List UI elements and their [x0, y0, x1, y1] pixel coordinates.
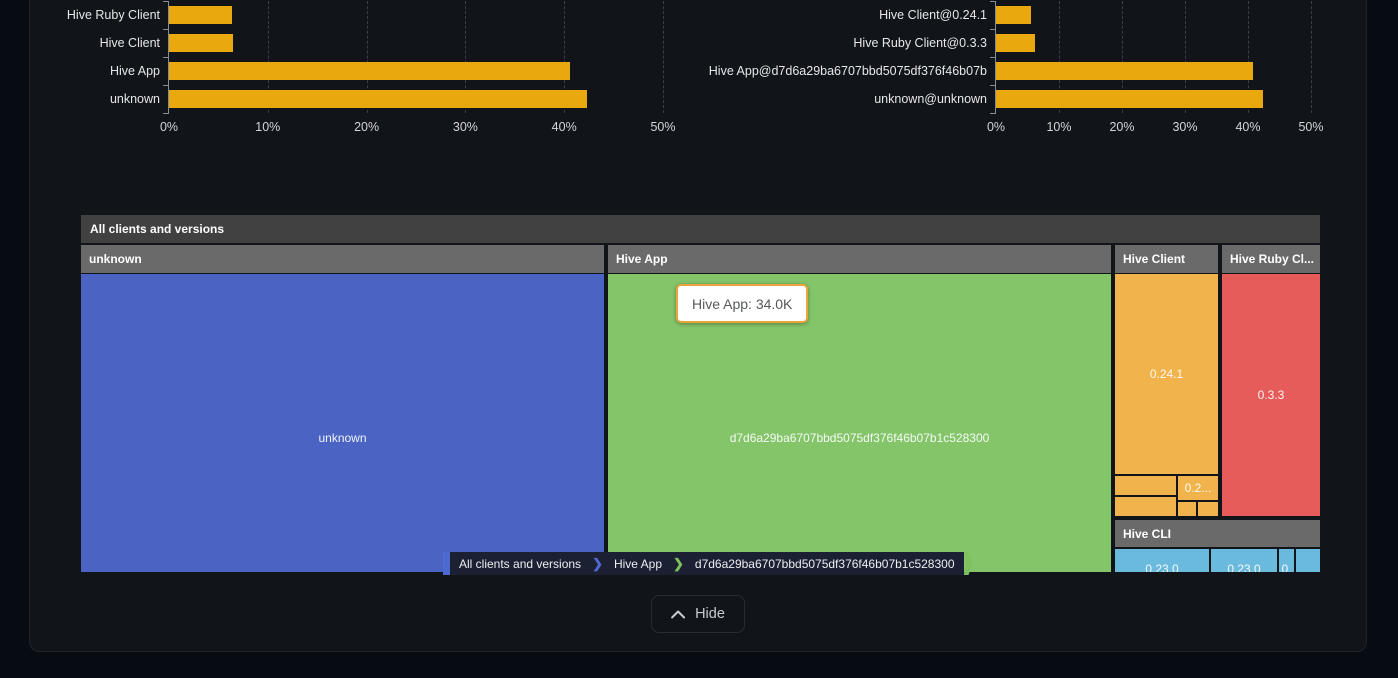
- x-axis-tick-label: 40%: [1235, 120, 1260, 134]
- bar-hive-ruby-client[interactable]: [169, 6, 232, 24]
- hide-button[interactable]: Hide: [651, 595, 745, 633]
- bar-hive-client-0-24-1[interactable]: [996, 6, 1031, 24]
- category-label: Hive App: [110, 62, 160, 80]
- category-label: unknown: [110, 90, 160, 108]
- treemap-root-header[interactable]: All clients and versions: [81, 215, 1320, 243]
- breadcrumb: All clients and versions❯Hive App❯d7d6a2…: [443, 552, 973, 575]
- bar-chart-clients: 0%10%20%30%40%50%Hive Ruby ClientHive Cl…: [168, 1, 663, 113]
- category-label: Hive Client@0.24.1: [879, 6, 987, 24]
- breadcrumb-tail-wedge: [964, 552, 973, 575]
- treemap-cell-hive-ruby-0-3-3[interactable]: 0.3.3: [1222, 274, 1320, 516]
- x-axis-tick-label: 20%: [1109, 120, 1134, 134]
- treemap-cell-hive-client-0-24-1[interactable]: 0.24.1: [1115, 274, 1218, 474]
- treemap-cell-hive-cli-3[interactable]: 0.: [1279, 549, 1294, 572]
- treemap-cell-hive-client-tiny-2[interactable]: [1198, 502, 1218, 516]
- treemap-tooltip: Hive App: 34.0K: [676, 284, 808, 323]
- y-axis-tick: [163, 1, 169, 2]
- chevron-up-icon: [671, 610, 685, 619]
- breadcrumb-lead-wedge: [443, 552, 450, 575]
- treemap-section-header-hive-cli[interactable]: Hive CLI: [1115, 520, 1320, 547]
- x-axis-tick-label: 10%: [1046, 120, 1071, 134]
- category-label: Hive Ruby Client: [67, 6, 160, 24]
- treemap-cell-hive-cli-1[interactable]: 0.23.0: [1115, 549, 1209, 572]
- category-label: Hive Client: [100, 34, 160, 52]
- bar-hive-app[interactable]: [169, 62, 570, 80]
- treemap-section-header-unknown[interactable]: unknown: [81, 245, 604, 273]
- breadcrumb-separator-icon: ❯: [590, 552, 605, 575]
- y-axis-tick: [163, 29, 169, 30]
- y-axis-tick: [990, 1, 996, 2]
- x-axis-tick-label: 30%: [453, 120, 478, 134]
- y-axis-tick: [990, 85, 996, 86]
- treemap-cell-hive-cli-2[interactable]: 0.23.0: [1211, 549, 1277, 572]
- breadcrumb-separator-icon: ❯: [671, 552, 686, 575]
- treemap-cell-hive-client-small-1[interactable]: [1115, 476, 1176, 495]
- hide-button-label: Hide: [695, 606, 725, 622]
- treemap-cell-hive-cli-4[interactable]: [1296, 549, 1320, 572]
- category-label: unknown@unknown: [874, 90, 987, 108]
- y-axis-tick: [163, 113, 169, 114]
- treemap-section-header-hive-app[interactable]: Hive App: [608, 245, 1111, 273]
- y-axis-tick: [990, 29, 996, 30]
- x-axis-tick-label: 0%: [987, 120, 1005, 134]
- y-axis-tick: [163, 85, 169, 86]
- treemap-cell-hive-client-tiny-1[interactable]: [1178, 502, 1196, 516]
- bar-unknown[interactable]: [169, 90, 587, 108]
- bar-hive-ruby-client-0-3-3[interactable]: [996, 34, 1035, 52]
- x-axis-tick-label: 20%: [354, 120, 379, 134]
- bar-chart-client-versions: 0%10%20%30%40%50%Hive Client@0.24.1Hive …: [995, 1, 1311, 113]
- y-axis-tick: [990, 57, 996, 58]
- gridline: [663, 1, 664, 113]
- y-axis-tick: [990, 113, 996, 114]
- gridline: [1311, 1, 1312, 113]
- breadcrumb-item-0[interactable]: All clients and versions: [450, 552, 590, 575]
- x-axis-tick-label: 50%: [650, 120, 675, 134]
- dashboard-panel: 0% 10% 20% 30% 40% 50% Hive Ruby Client Hive Cl…: [29, 0, 1367, 652]
- x-axis-tick-label: 50%: [1298, 120, 1323, 134]
- category-label: Hive Ruby Client@0.3.3: [853, 34, 987, 52]
- y-axis-tick: [163, 57, 169, 58]
- x-axis-tick-label: 30%: [1172, 120, 1197, 134]
- x-axis-tick-label: 0%: [160, 120, 178, 134]
- breadcrumb-item-2[interactable]: d7d6a29ba6707bbd5075df376f46b07b1c528300: [686, 552, 964, 575]
- bar-hive-client[interactable]: [169, 34, 233, 52]
- treemap-cell-hive-client-small-2[interactable]: [1115, 497, 1176, 516]
- breadcrumb-item-1[interactable]: Hive App: [605, 552, 671, 575]
- treemap-all-clients: All clients and versions unknown unknown…: [81, 215, 1320, 572]
- bar-unknown-unknown[interactable]: [996, 90, 1263, 108]
- x-axis-tick-label: 10%: [255, 120, 280, 134]
- treemap-cell-unknown[interactable]: unknown: [81, 274, 604, 572]
- x-axis-tick-label: 40%: [552, 120, 577, 134]
- treemap-section-header-hive-ruby-client[interactable]: Hive Ruby Cl...: [1222, 245, 1320, 273]
- bar-hive-app-d7d6a29ba6707bbd5075df376f46b07b[interactable]: [996, 62, 1253, 80]
- treemap-cell-hive-client-0-2[interactable]: 0.2...: [1178, 476, 1218, 500]
- category-label: Hive App@d7d6a29ba6707bbd5075df376f46b07…: [709, 62, 987, 80]
- treemap-section-header-hive-client[interactable]: Hive Client: [1115, 245, 1218, 273]
